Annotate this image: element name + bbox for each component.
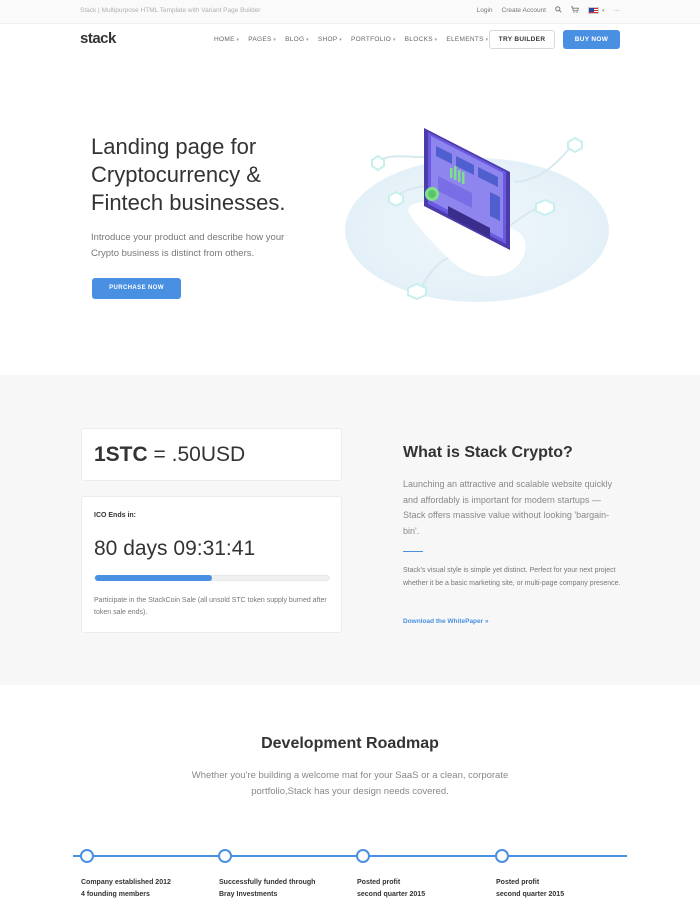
try-builder-button[interactable]: TRY BUILDER — [489, 30, 555, 49]
nav-item-pages[interactable]: PAGES — [248, 36, 276, 43]
ico-label: ICO Ends in: — [94, 512, 136, 519]
logo[interactable]: stack — [80, 30, 116, 47]
nav-item-elements[interactable]: ELEMENTS — [446, 36, 488, 43]
timeline-node — [356, 849, 370, 863]
create-account-link[interactable]: Create Account — [502, 7, 546, 14]
milestone-detail: Bray Investments — [219, 891, 278, 898]
token-price-card: 1STC = .50USD — [81, 428, 342, 481]
utility-bar: Stack | Multipurpose HTML Template with … — [0, 0, 700, 24]
hero-title: Landing page for Cryptocurrency & Fintec… — [91, 134, 286, 215]
hero-subtitle: Introduce your product and describe how … — [91, 232, 285, 259]
ico-countdown: 80 days 09:31:41 — [94, 537, 256, 560]
about-divider — [403, 551, 423, 552]
us-flag-icon[interactable] — [587, 7, 599, 14]
milestone-detail: second quarter 2015 — [496, 891, 565, 898]
nav-item-blocks[interactable]: BLOCKS — [405, 36, 438, 43]
ico-progress-bar — [94, 575, 330, 581]
crypto-illustration — [340, 110, 620, 310]
roadmap-title: Development Roadmap — [261, 735, 439, 752]
about-title: What is Stack Crypto? — [403, 444, 573, 461]
ico-countdown-card: ICO Ends in: 80 days 09:31:41 Participat… — [81, 496, 342, 633]
ellipsis-icon[interactable]: ··· — [614, 7, 621, 14]
timeline-node — [218, 849, 232, 863]
roadmap-timeline — [73, 855, 627, 857]
purchase-now-button[interactable]: PURCHASE NOW — [92, 278, 181, 299]
milestone-title: Posted profit — [496, 879, 540, 886]
utility-links: Login Create Account ▾ ··· — [477, 6, 620, 15]
search-icon[interactable] — [555, 6, 562, 15]
buy-now-button[interactable]: BUY NOW — [563, 30, 620, 49]
ico-note: Participate in the StackCoin Sale (all u… — [94, 597, 327, 616]
about-lead: Launching an attractive and scalable web… — [403, 479, 613, 536]
nav-item-home[interactable]: HOME — [214, 36, 239, 43]
nav-item-shop[interactable]: SHOP — [318, 36, 342, 43]
milestone-item: Posted profit second quarter 2015 — [357, 877, 487, 900]
login-link[interactable]: Login — [477, 7, 493, 14]
site-tagline: Stack | Multipurpose HTML Template with … — [80, 7, 261, 14]
token-symbol: 1STC — [94, 443, 148, 466]
milestone-item: Company established 2012 4 founding memb… — [81, 877, 211, 900]
ico-progress-fill — [95, 575, 212, 581]
nav-menu: HOME PAGES BLOG SHOP PORTFOLIO BLOCKS EL… — [214, 36, 488, 43]
milestone-title: Successfully funded through — [219, 879, 316, 886]
token-price: 1STC = .50USD — [94, 443, 245, 467]
milestone-item: Posted profit second quarter 2015 — [496, 877, 626, 900]
milestone-title: Company established 2012 — [81, 879, 171, 886]
timeline-node — [495, 849, 509, 863]
chevron-down-icon: ▾ — [601, 7, 605, 14]
roadmap-subtitle: Whether you're building a welcome mat fo… — [191, 770, 509, 797]
cart-icon[interactable] — [570, 6, 579, 15]
nav-item-portfolio[interactable]: PORTFOLIO — [351, 36, 396, 43]
token-rate: = .50USD — [147, 443, 246, 466]
timeline-node — [80, 849, 94, 863]
main-navigation: stack HOME PAGES BLOG SHOP PORTFOLIO BLO… — [0, 24, 700, 56]
nav-item-blog[interactable]: BLOG — [285, 36, 309, 43]
milestone-detail: 4 founding members — [81, 891, 150, 898]
whitepaper-link[interactable]: Download the WhitePaper » — [403, 618, 489, 625]
milestone-item: Successfully funded through Bray Investm… — [219, 877, 349, 900]
milestone-detail: second quarter 2015 — [357, 891, 426, 898]
about-body: Stack's visual style is simple yet disti… — [403, 567, 621, 587]
milestone-title: Posted profit — [357, 879, 401, 886]
